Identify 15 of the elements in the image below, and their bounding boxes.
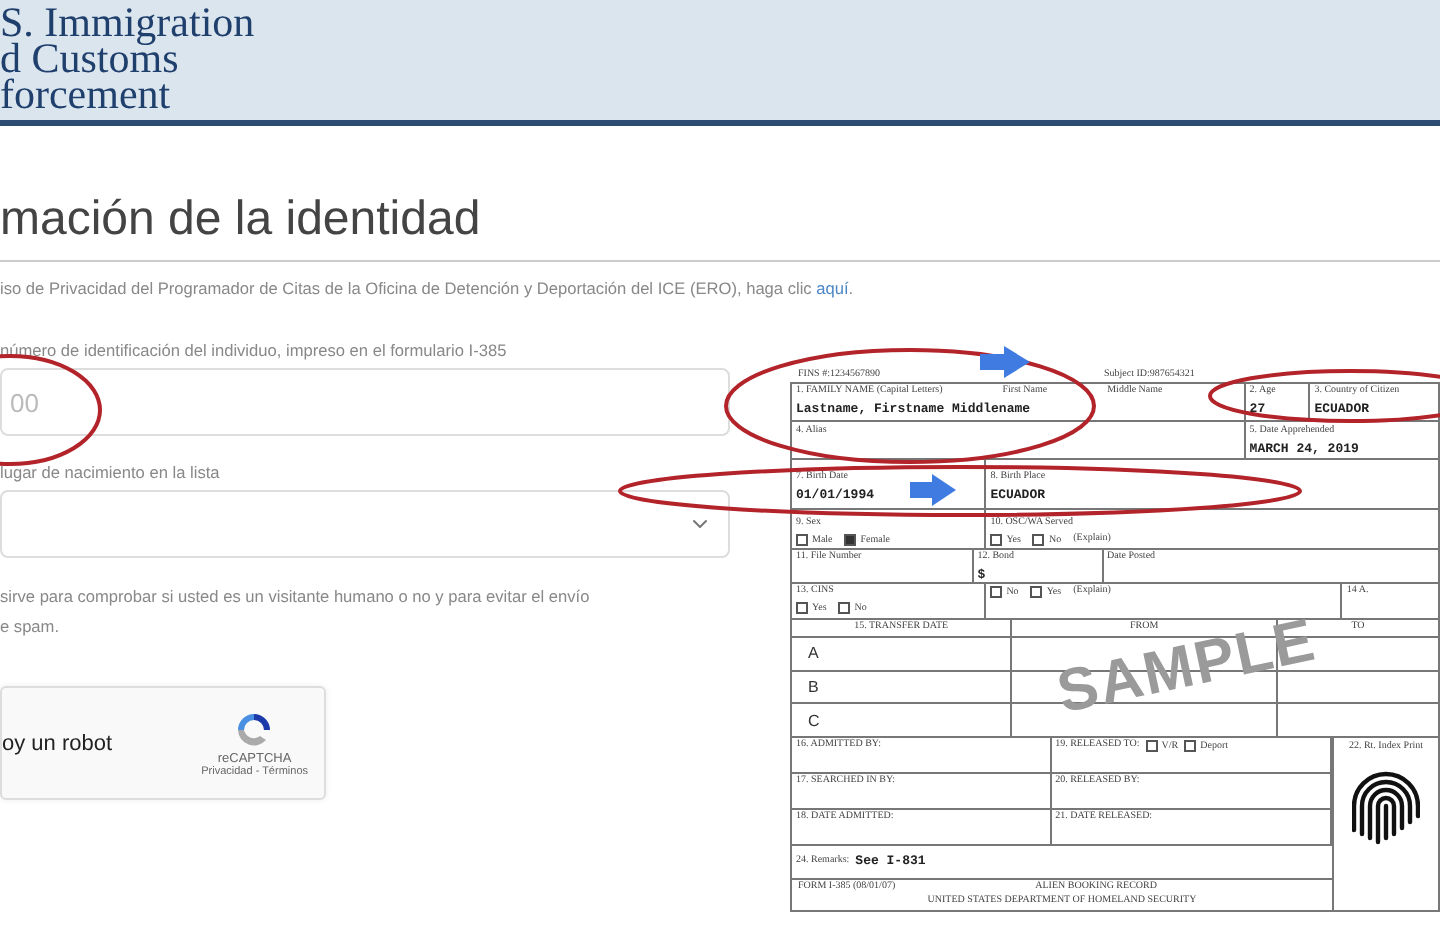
arrow-icon: [910, 474, 956, 506]
privacy-notice: iso de Privacidad del Programador de Citas de la Oficina de Detención y Deportación del ICE (ERO), haga clic aquí.: [0, 278, 854, 298]
agency-logo-text: S. Immigration: [0, 4, 255, 40]
captcha-note: sirve para comprobar si usted es un visitante humano o no y para evitar el envío e spam.: [0, 584, 590, 640]
id-number-field[interactable]: 00: [0, 368, 730, 436]
arrow-icon: [980, 346, 1030, 378]
page-title: mación de la identidad: [0, 190, 481, 250]
row-letter: A: [808, 644, 819, 663]
agency-logo-text: forcement: [0, 76, 171, 112]
captcha-label: oy un robot: [2, 731, 113, 755]
field-label: lugar de nacimiento en la lista: [0, 462, 220, 482]
birthplace-dropdown[interactable]: [0, 490, 730, 558]
notice-link[interactable]: aquí: [816, 278, 849, 298]
row-letter: B: [808, 677, 819, 696]
row-letter: C: [808, 711, 820, 730]
